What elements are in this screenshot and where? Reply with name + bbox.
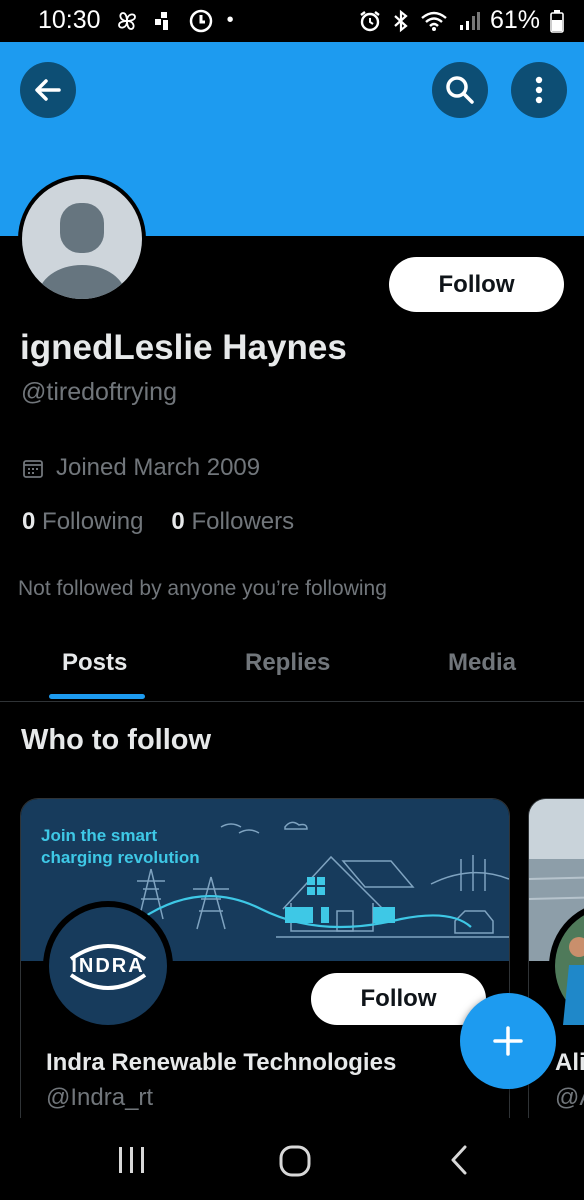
card-avatar[interactable]: INDRA (43, 901, 173, 1031)
card-avatar-photo (555, 907, 584, 1025)
status-bar: 10:30 • 61% (0, 0, 584, 42)
joined-text: Joined March 2009 (56, 454, 261, 481)
recent-apps-icon[interactable] (116, 1146, 148, 1174)
app-g-icon (189, 9, 212, 32)
card-avatar[interactable] (549, 901, 584, 1031)
following-count: 0 (22, 508, 36, 535)
more-vertical-icon (535, 76, 543, 104)
more-options-button[interactable] (511, 62, 567, 118)
card-handle: @Indra_rt (46, 1084, 154, 1111)
card-name: Ali (555, 1049, 584, 1076)
joined-date: Joined March 2009 (22, 454, 260, 482)
arrow-left-icon (35, 79, 61, 101)
pinwheel-icon (117, 11, 136, 30)
indra-logo: INDRA (49, 907, 167, 1025)
suggestion-card[interactable]: Ali @A (528, 798, 584, 1140)
profile-avatar[interactable] (18, 175, 146, 303)
card-follow-button[interactable]: Follow (311, 973, 486, 1025)
back-nav-icon[interactable] (448, 1144, 470, 1176)
battery-icon (550, 9, 564, 33)
card-name: Indra Renewable Technologies (46, 1049, 397, 1076)
status-time: 10:30 (38, 6, 101, 34)
bluetooth-icon (394, 9, 408, 32)
card-banner-text: Join the smart charging revolution (41, 825, 200, 869)
follow-button[interactable]: Follow (389, 257, 564, 312)
back-button[interactable] (20, 62, 76, 118)
tab-replies[interactable]: Replies (245, 649, 330, 677)
grid-notification-icon (154, 11, 168, 30)
signal-icon (459, 11, 480, 30)
home-icon[interactable] (278, 1144, 312, 1178)
tab-posts[interactable]: Posts (62, 649, 127, 677)
display-name: ignedLeslie Haynes (20, 328, 347, 367)
not-followed-notice: Not followed by anyone you’re following (18, 577, 387, 600)
active-tab-indicator (49, 694, 145, 699)
suggestion-card[interactable]: Join the smart charging revolution INDRA… (20, 798, 510, 1140)
who-to-follow-title: Who to follow (21, 724, 212, 756)
compose-button[interactable] (460, 993, 556, 1089)
followers-link[interactable]: 0 Followers (171, 508, 294, 536)
card-handle: @A (555, 1084, 584, 1111)
search-button[interactable] (432, 62, 488, 118)
profile-tabs: Posts Replies Media (0, 635, 584, 702)
tab-media[interactable]: Media (448, 649, 516, 677)
banner-line-2: charging revolution (41, 848, 200, 867)
default-avatar-icon (22, 179, 142, 299)
profile-handle: @tiredoftrying (21, 378, 177, 406)
search-icon (446, 76, 474, 104)
indra-logo-text: INDRA (71, 954, 145, 977)
battery-percent: 61% (489, 6, 540, 34)
system-nav-bar (0, 1118, 584, 1200)
banner-line-1: Join the smart (41, 826, 158, 845)
status-left: 10:30 • (38, 6, 234, 35)
followers-count: 0 (171, 508, 185, 535)
alarm-icon (360, 10, 380, 31)
calendar-icon (23, 460, 43, 478)
following-link[interactable]: 0 Following (22, 508, 143, 536)
wifi-icon (421, 11, 447, 31)
status-right: 61% (358, 6, 564, 35)
dot-icon: • (226, 9, 234, 31)
followers-label: Followers (191, 508, 295, 535)
plus-icon (493, 1026, 523, 1056)
following-label: Following (42, 508, 144, 535)
follow-counts: 0 Following 0 Followers (22, 508, 294, 536)
